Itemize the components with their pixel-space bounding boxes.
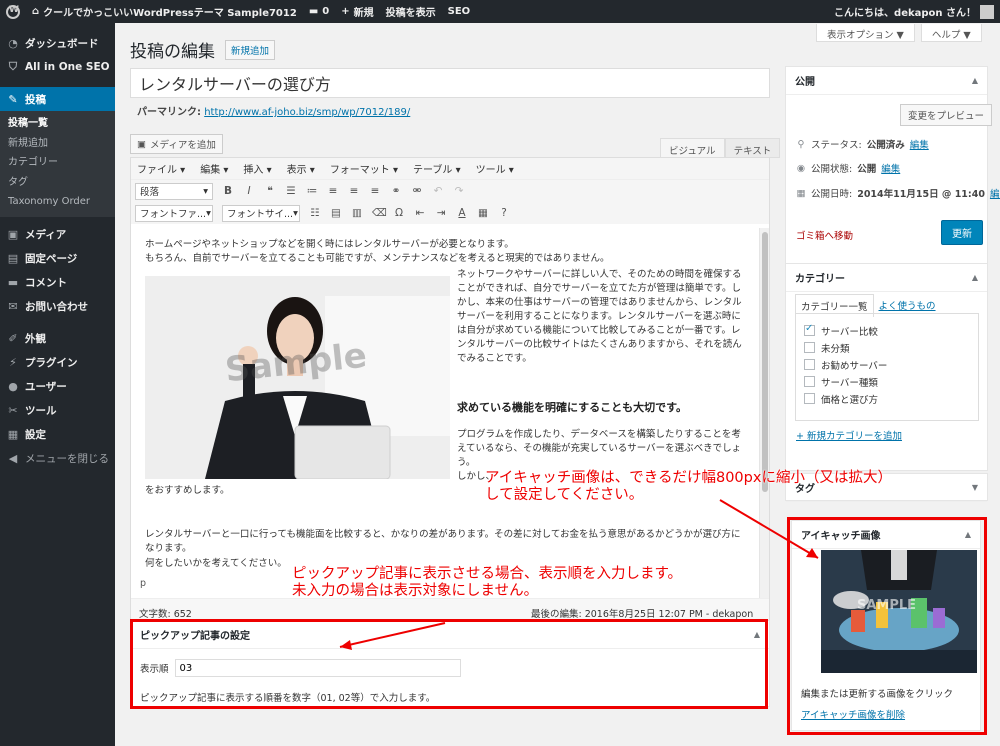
wordpress-logo-icon[interactable] [0, 0, 26, 23]
plugin-icon: ⚡ [9, 356, 17, 369]
sidebar-item-label: ツール [25, 405, 57, 417]
sidebar-item-pages[interactable]: ▤ 固定ページ [0, 247, 115, 271]
sidebar-item-label: 投稿 [25, 93, 46, 106]
comments-link[interactable]: ▬ 0 [303, 0, 335, 23]
account-menu[interactable]: こんにちは、dekapon さん！ [828, 0, 1000, 23]
seo-label: SEO [447, 6, 471, 17]
plus-icon: + [341, 6, 350, 17]
submenu-taxonomy-order[interactable]: Taxonomy Order [0, 192, 115, 212]
sidebar-item-comments[interactable]: ▬ コメント [0, 271, 115, 295]
brush-icon: ✐ [8, 332, 18, 345]
sidebar-item-posts[interactable]: ✎ 投稿 [0, 87, 115, 111]
comment-icon: ▬ [7, 276, 19, 289]
user-icon: ● [8, 380, 18, 393]
greeting-text: こんにちは、dekapon さん！ [834, 8, 976, 19]
site-name-label: クールでかっこいいWordPressテーマ Sample7012 [43, 8, 297, 19]
sidebar-item-media[interactable]: ▣ メディア [0, 223, 115, 247]
sidebar-item-label: メディア [25, 229, 67, 241]
submenu-categories[interactable]: カテゴリー [0, 153, 115, 173]
mail-icon: ✉ [8, 300, 18, 313]
sidebar-item-tools[interactable]: ✂ ツール [0, 399, 115, 423]
admin-bar: ⌂クールでかっこいいWordPressテーマ Sample7012 ▬0 +新規… [0, 0, 1000, 23]
shield-icon: ⛉ [8, 60, 18, 73]
avatar [980, 4, 994, 19]
sidebar-item-label: 固定ページ [25, 253, 78, 265]
dashboard-icon: ◔ [8, 36, 18, 50]
annotation-line: 未入力の場合は表示対象にしません。 [292, 583, 539, 599]
page-icon: ▤ [7, 252, 19, 265]
main-content: 表示オプション ▼ ヘルプ ▼ 投稿の編集 新規追加 パーマリンク: http:… [115, 23, 1000, 746]
posts-submenu: 投稿一覧 新規追加 カテゴリー タグ Taxonomy Order [0, 111, 115, 217]
comment-icon: ▬ [308, 6, 319, 17]
view-post-label: 投稿を表示 [385, 8, 436, 19]
annotation-line: アイキャッチ画像は、できるだけ幅800pxに縮小（又は拡大） [485, 470, 892, 486]
new-content-link[interactable]: + 新規 [335, 0, 379, 23]
media-icon: ▣ [7, 228, 19, 241]
sidebar-item-label: ユーザー [25, 381, 67, 393]
pickup-annotation: ピックアップ記事に表示させる場合、表示順を入力します。 未入力の場合は表示対象に… [292, 566, 682, 600]
comments-count: 0 [322, 6, 330, 17]
admin-sidebar: ◔ ダッシュボード ⛉ All in One SEO ✎ 投稿 投稿一覧 新規追加 カ… [0, 23, 115, 746]
sidebar-item-settings[interactable]: ▦ 設定 [0, 423, 115, 447]
annotation-line: ピックアップ記事に表示させる場合、表示順を入力します。 [292, 566, 683, 582]
annotation-arrows [339, 499, 819, 650]
collapse-label: メニューを閉じる [25, 453, 109, 465]
pin-icon: ✎ [8, 92, 18, 106]
sidebar-item-plugins[interactable]: ⚡ プラグイン [0, 351, 115, 375]
seo-link[interactable]: SEO [442, 0, 477, 23]
featured-annotation: アイキャッチ画像は、できるだけ幅800pxに縮小（又は拡大） して設定してくださ… [485, 470, 892, 504]
sidebar-item-contact[interactable]: ✉ お問い合わせ [0, 295, 115, 319]
sidebar-item-label: All in One SEO [25, 61, 110, 73]
sidebar-item-appearance[interactable]: ✐ 外観 [0, 327, 115, 351]
wrench-icon: ✂ [8, 404, 18, 417]
sidebar-item-users[interactable]: ● ユーザー [0, 375, 115, 399]
sidebar-item-seo[interactable]: ⛉ All in One SEO [0, 55, 115, 79]
sidebar-item-label: プラグイン [25, 357, 78, 369]
view-post-link[interactable]: 投稿を表示 [380, 0, 442, 23]
sidebar-item-label: ダッシュボード [25, 37, 99, 50]
submenu-add-new[interactable]: 新規追加 [0, 134, 115, 154]
sidebar-item-label: 外観 [25, 333, 46, 345]
sidebar-item-label: コメント [25, 277, 67, 289]
sidebar-item-dashboard[interactable]: ◔ ダッシュボード [0, 31, 115, 55]
sidebar-item-label: 設定 [25, 429, 46, 441]
submenu-all-posts[interactable]: 投稿一覧 [0, 114, 115, 134]
submenu-tags[interactable]: タグ [0, 173, 115, 193]
site-name-link[interactable]: ⌂ クールでかっこいいWordPressテーマ Sample7012 [26, 0, 303, 23]
new-label: 新規 [353, 8, 374, 19]
annotation-line: して設定してください。 [485, 487, 644, 503]
collapse-icon: ◀ [8, 452, 18, 465]
collapse-menu-button[interactable]: ◀ メニューを閉じる [0, 447, 115, 471]
sidebar-item-label: お問い合わせ [25, 301, 88, 313]
home-icon: ⌂ [32, 6, 40, 17]
settings-icon: ▦ [7, 428, 19, 441]
